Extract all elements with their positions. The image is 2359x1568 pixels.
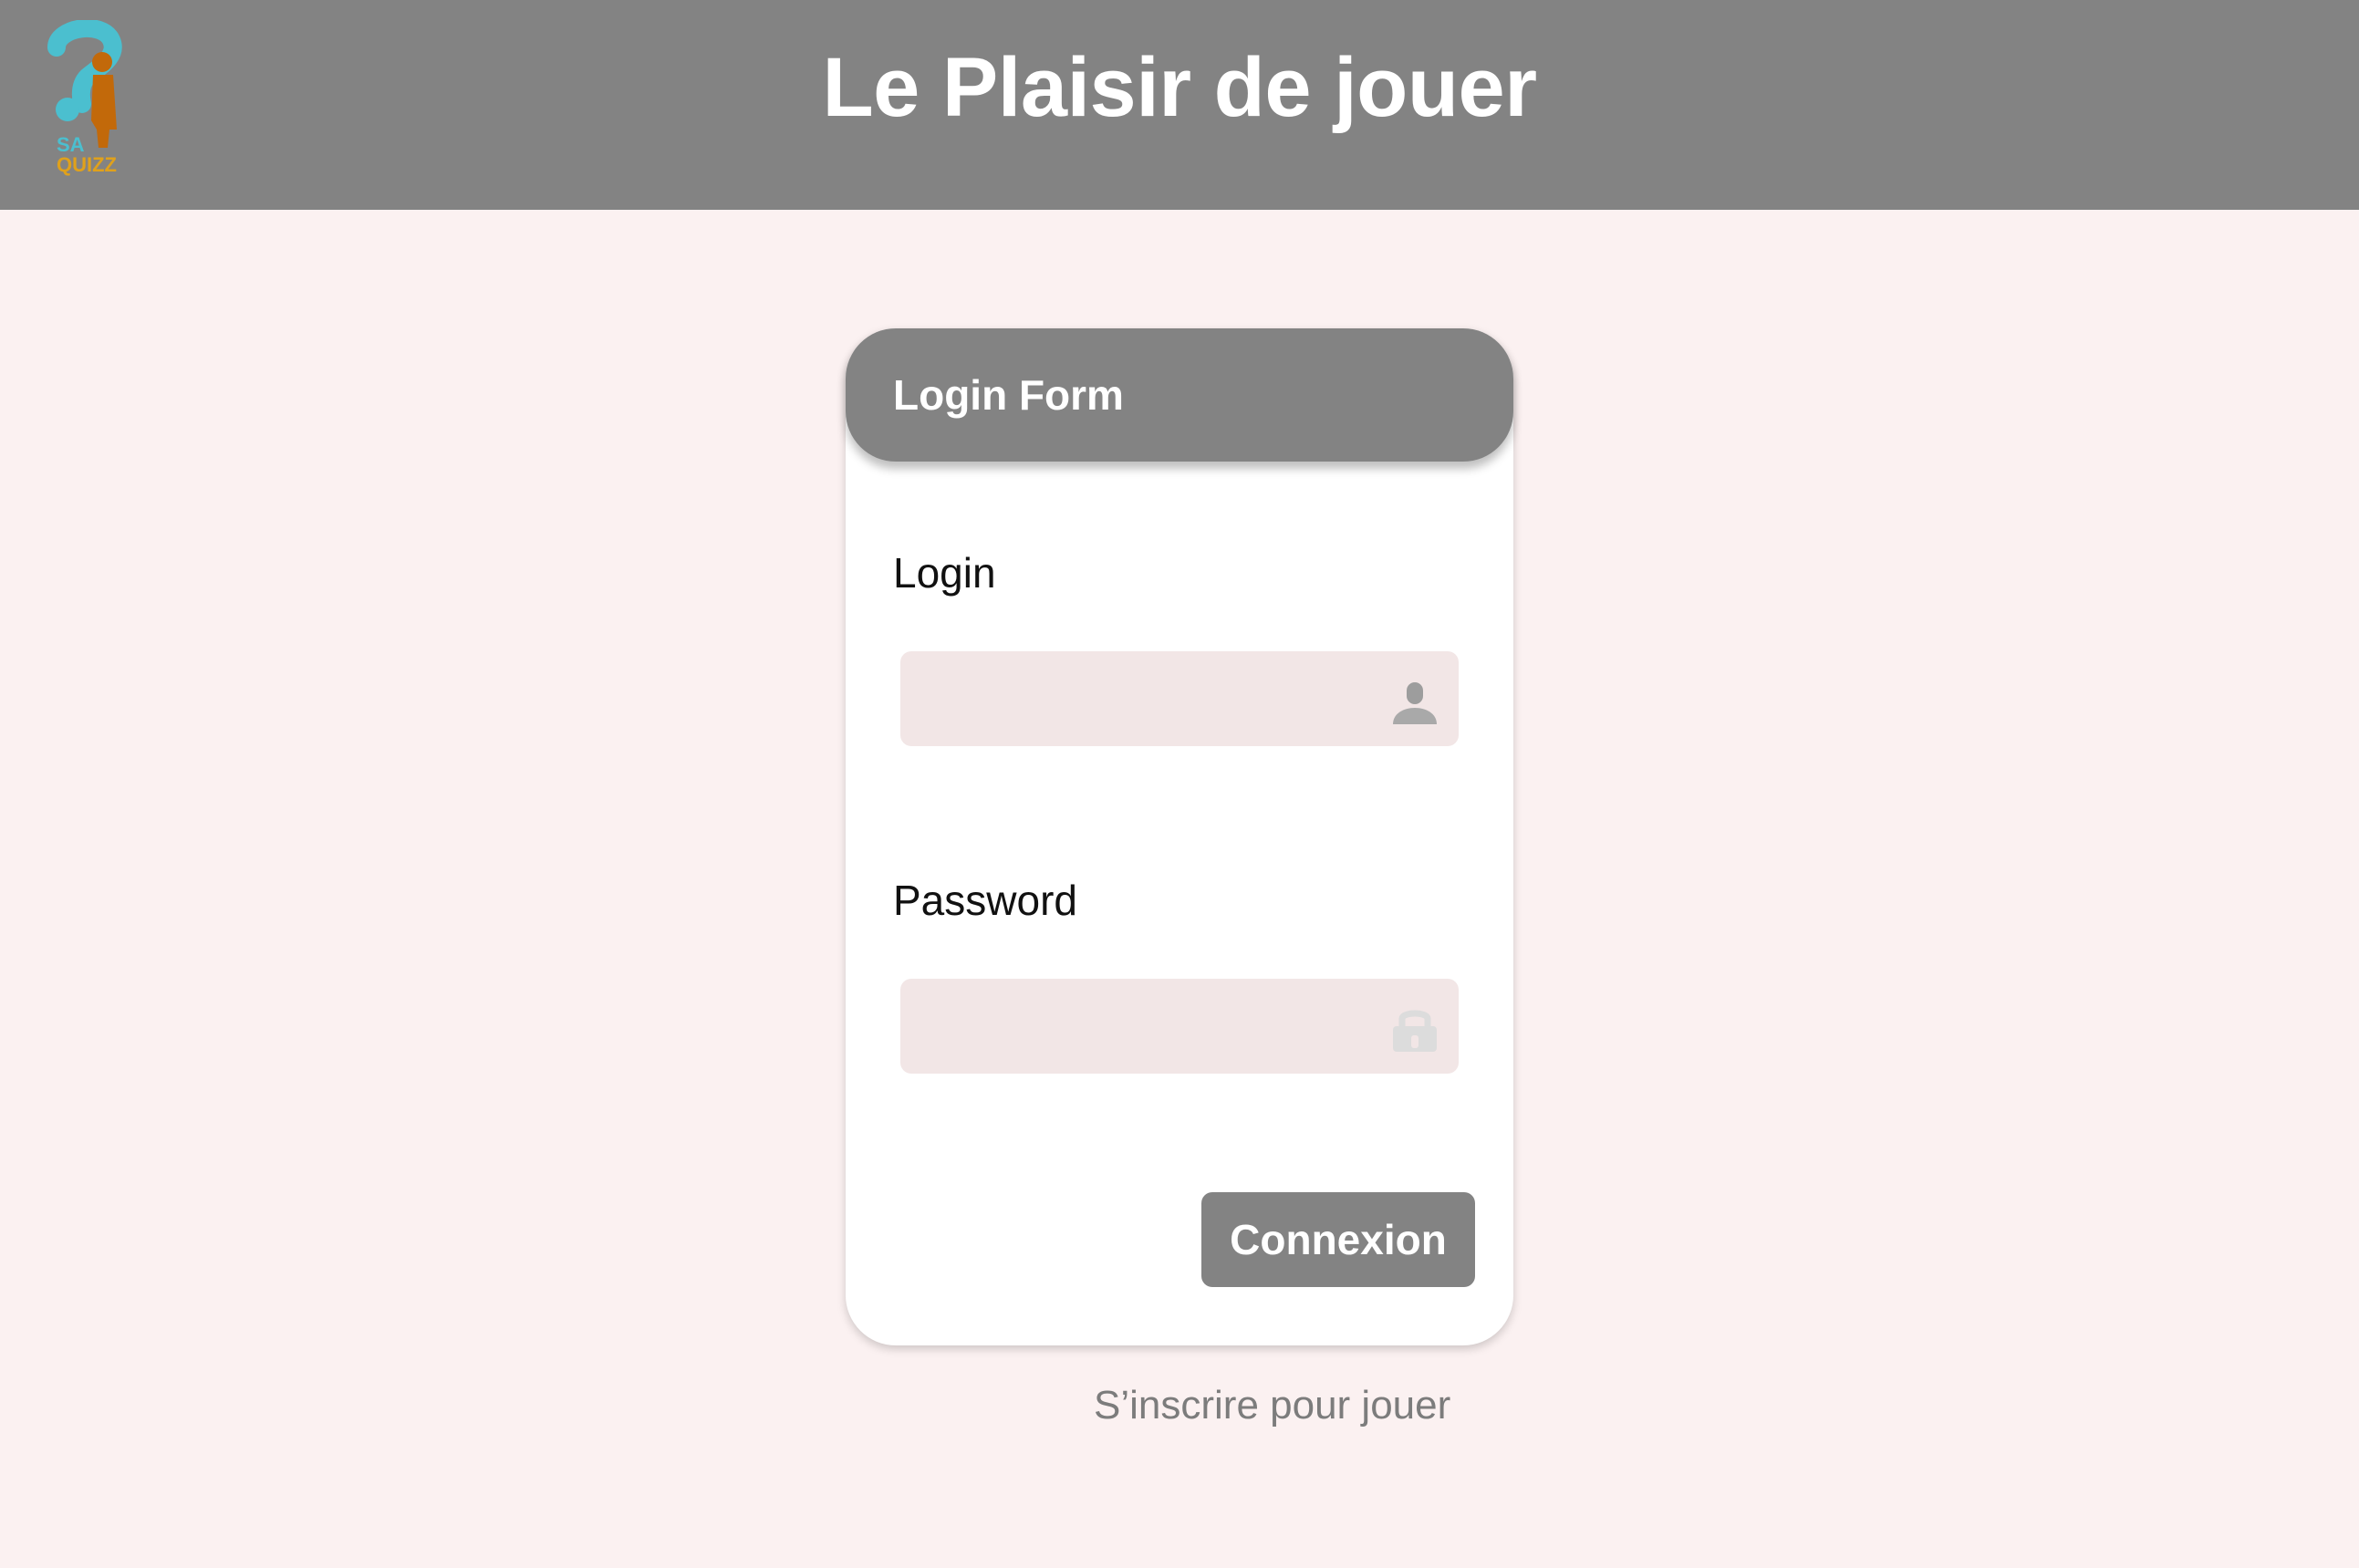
login-input[interactable] — [900, 651, 1398, 746]
login-field-wrapper — [900, 651, 1459, 746]
app-header: SA QUIZZ Le Plaisir de jouer — [0, 0, 2359, 210]
login-card: Login Form Login Password Connexion — [846, 328, 1513, 1345]
signup-link[interactable]: S’inscrire pour jouer — [1094, 1379, 1450, 1432]
user-icon — [1389, 677, 1440, 728]
login-form-title: Login Form — [893, 371, 1124, 419]
connexion-button[interactable]: Connexion — [1201, 1192, 1475, 1287]
password-field-wrapper — [900, 979, 1459, 1074]
login-label: Login — [893, 549, 996, 597]
login-card-header: Login Form — [846, 328, 1513, 462]
password-label: Password — [893, 877, 1077, 924]
page-title: Le Plaisir de jouer — [822, 41, 1537, 134]
svg-text:QUIZZ: QUIZZ — [57, 153, 117, 176]
password-input[interactable] — [900, 979, 1398, 1074]
lock-icon — [1389, 1004, 1440, 1055]
